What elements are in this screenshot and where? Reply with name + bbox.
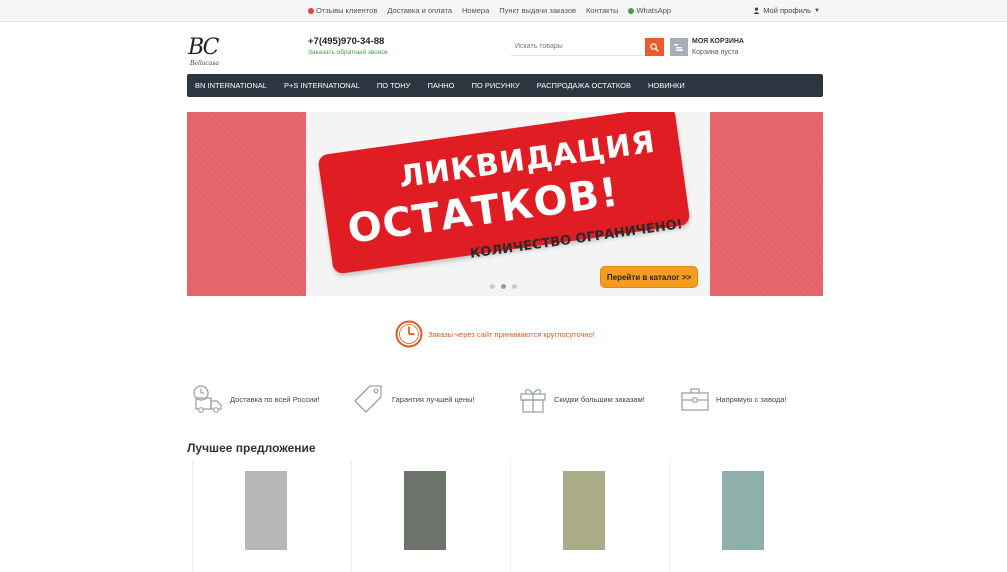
search-box (511, 38, 664, 56)
best-offer-title: Лучшее предложение (187, 441, 316, 455)
slider-dots (490, 284, 517, 289)
promo-banner[interactable]: ЛИКВИДАЦИЯ ОСТАТКОВ! КОЛИЧЕСТВО ОГРАНИЧЕ… (187, 112, 823, 296)
callback-link[interactable]: Заказать обратный звонок (308, 49, 388, 56)
search-input[interactable] (511, 38, 645, 56)
cart-icon (674, 43, 683, 51)
nav-item-clearance[interactable]: РАСПРОДАЖА ОСТАТКОВ (537, 81, 631, 90)
slider-dot-2[interactable] (501, 284, 506, 289)
feature-discounts: Скидки большим заказам! (518, 384, 645, 414)
reviews-icon (308, 7, 314, 14)
cart-status: Корзина пуста (692, 49, 739, 56)
top-link-pickup[interactable]: Пункт выдачи заказов (499, 6, 576, 15)
banner-left-texture (187, 112, 306, 296)
toolbox-icon (681, 388, 709, 411)
features-row: Доставка по всей России! Гарантия лучшей… (192, 384, 812, 414)
cart-title[interactable]: МОЯ КОРЗИНА (692, 38, 744, 45)
product-image[interactable] (722, 471, 764, 550)
feature-best-price: Гарантия лучшей цены! (354, 384, 475, 414)
cart-button[interactable] (670, 38, 688, 56)
feature-delivery-label: Доставка по всей России! (230, 394, 320, 404)
product-card[interactable] (192, 460, 350, 572)
chevron-down-icon: ▼ (814, 7, 820, 14)
nav-item-bn-international[interactable]: BN INTERNATIONAL (195, 81, 267, 90)
clock-icon (395, 320, 423, 348)
phone-number[interactable]: +7(495)970-34-88 (308, 36, 384, 47)
product-image[interactable] (245, 471, 287, 550)
slider-dot-1[interactable] (490, 284, 495, 289)
top-link-reviews[interactable]: Отзывы клиентов (308, 6, 377, 15)
nav-item-by-pattern[interactable]: ПО РИСУНКУ (472, 81, 520, 90)
banner-right-texture (710, 112, 823, 296)
feature-from-factory-label: Напрямую с завода! (716, 394, 787, 404)
orders-notice-text: Заказы через сайт принимаются круглосуто… (428, 329, 595, 339)
product-image[interactable] (563, 471, 605, 550)
nav-item-panels[interactable]: ПАННО (427, 81, 454, 90)
top-utility-bar: Отзывы клиентов Доставка и оплата Номера… (0, 0, 1007, 22)
top-link-contacts[interactable]: Контакты (586, 6, 618, 15)
top-link-whatsapp[interactable]: WhatsApp (628, 6, 671, 15)
price-tag-icon (354, 385, 382, 413)
product-grid (192, 460, 828, 572)
logo-monogram: BC (188, 35, 219, 60)
site-logo[interactable]: BC Bellacasa (188, 36, 230, 70)
main-nav: BN INTERNATIONAL P+S INTERNATIONAL ПО ТО… (187, 74, 823, 97)
product-card[interactable] (669, 460, 827, 572)
profile-menu[interactable]: Мой профиль ▼ (753, 6, 820, 15)
orders-notice: Заказы через сайт принимаются круглосуто… (395, 320, 595, 348)
product-card[interactable] (510, 460, 668, 572)
user-icon (753, 7, 760, 14)
product-card[interactable] (351, 460, 509, 572)
delivery-truck-icon (193, 385, 222, 413)
nav-item-new[interactable]: НОВИНКИ (648, 81, 685, 90)
product-image[interactable] (404, 471, 446, 550)
profile-label: Мой профиль (763, 6, 812, 15)
search-icon (650, 42, 659, 52)
feature-best-price-label: Гарантия лучшей цены! (392, 394, 475, 404)
top-link-delivery[interactable]: Доставка и оплата (387, 6, 452, 15)
top-link-rooms[interactable]: Номера (462, 6, 489, 15)
whatsapp-icon (628, 7, 635, 14)
feature-delivery: Доставка по всей России! (192, 384, 320, 414)
feature-from-factory: Напрямую с завода! (680, 384, 786, 414)
slider-dot-3[interactable] (512, 284, 517, 289)
search-button[interactable] (645, 38, 664, 56)
nav-item-ps-international[interactable]: P+S INTERNATIONAL (284, 81, 360, 90)
banner-catalog-button[interactable]: Перейти в каталог >> (600, 266, 698, 288)
nav-item-by-tone[interactable]: ПО ТОНУ (377, 81, 411, 90)
gift-icon (520, 389, 546, 413)
top-links: Отзывы клиентов Доставка и оплата Номера… (308, 6, 671, 15)
feature-discounts-label: Скидки большим заказам! (554, 394, 645, 404)
logo-wordmark: Bellacasa (190, 60, 219, 67)
